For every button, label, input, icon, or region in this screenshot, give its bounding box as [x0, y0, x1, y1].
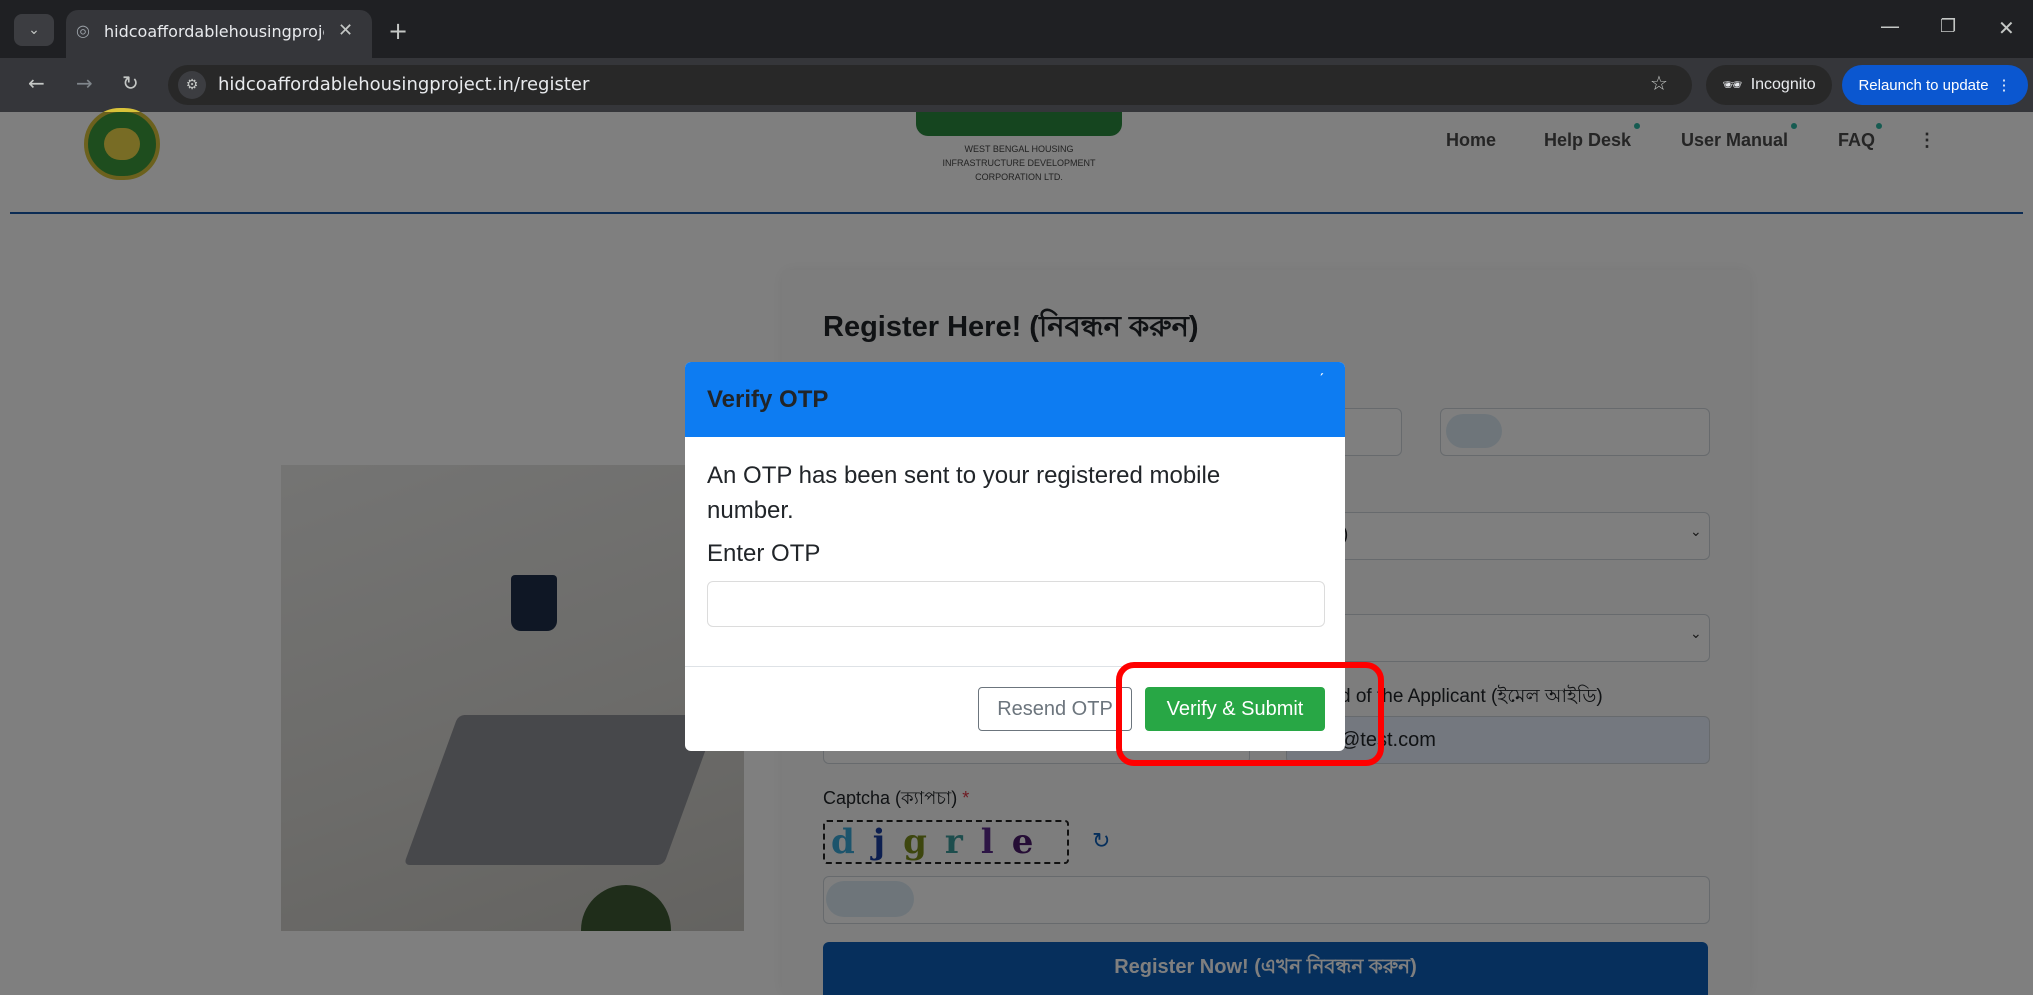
otp-message: An OTP has been sent to your registered …	[707, 462, 1221, 524]
incognito-indicator[interactable]: 🕶 Incognito	[1706, 65, 1832, 105]
new-tab-icon[interactable]: +	[388, 17, 408, 45]
relaunch-button[interactable]: Relaunch to update ⋮	[1842, 65, 2028, 105]
close-window-icon[interactable]: ✕	[1998, 16, 2015, 40]
minimize-icon[interactable]: —	[1880, 14, 1900, 38]
otp-label: Enter OTP	[707, 540, 821, 567]
modal-close-icon[interactable]: ˊ	[1319, 372, 1324, 390]
highlight-box	[1116, 662, 1384, 766]
reload-icon[interactable]: ↻	[122, 71, 139, 95]
otp-input[interactable]	[707, 581, 1325, 627]
url-text[interactable]: hidcoaffordablehousingproject.in/registe…	[218, 74, 589, 95]
tab-title: hidcoaffordablehousingproject.	[104, 22, 324, 41]
forward-icon[interactable]: →	[76, 71, 93, 95]
resend-otp-button[interactable]: Resend OTP	[978, 687, 1132, 731]
restore-icon[interactable]: ❐	[1940, 16, 1956, 37]
incognito-icon: 🕶	[1722, 77, 1743, 94]
tab-search-button[interactable]: ⌄	[14, 14, 54, 46]
bookmark-star-icon[interactable]: ☆	[1650, 71, 1668, 95]
back-icon[interactable]: ←	[28, 71, 45, 95]
modal-title: Verify OTP	[707, 386, 829, 413]
menu-kebab-icon: ⋮	[1996, 77, 2012, 94]
incognito-label: Incognito	[1750, 76, 1816, 93]
relaunch-label: Relaunch to update	[1858, 76, 1989, 94]
globe-icon: ◎	[76, 21, 90, 40]
close-tab-icon[interactable]: ✕	[338, 20, 353, 41]
site-info-icon[interactable]: ⚙	[178, 71, 206, 99]
